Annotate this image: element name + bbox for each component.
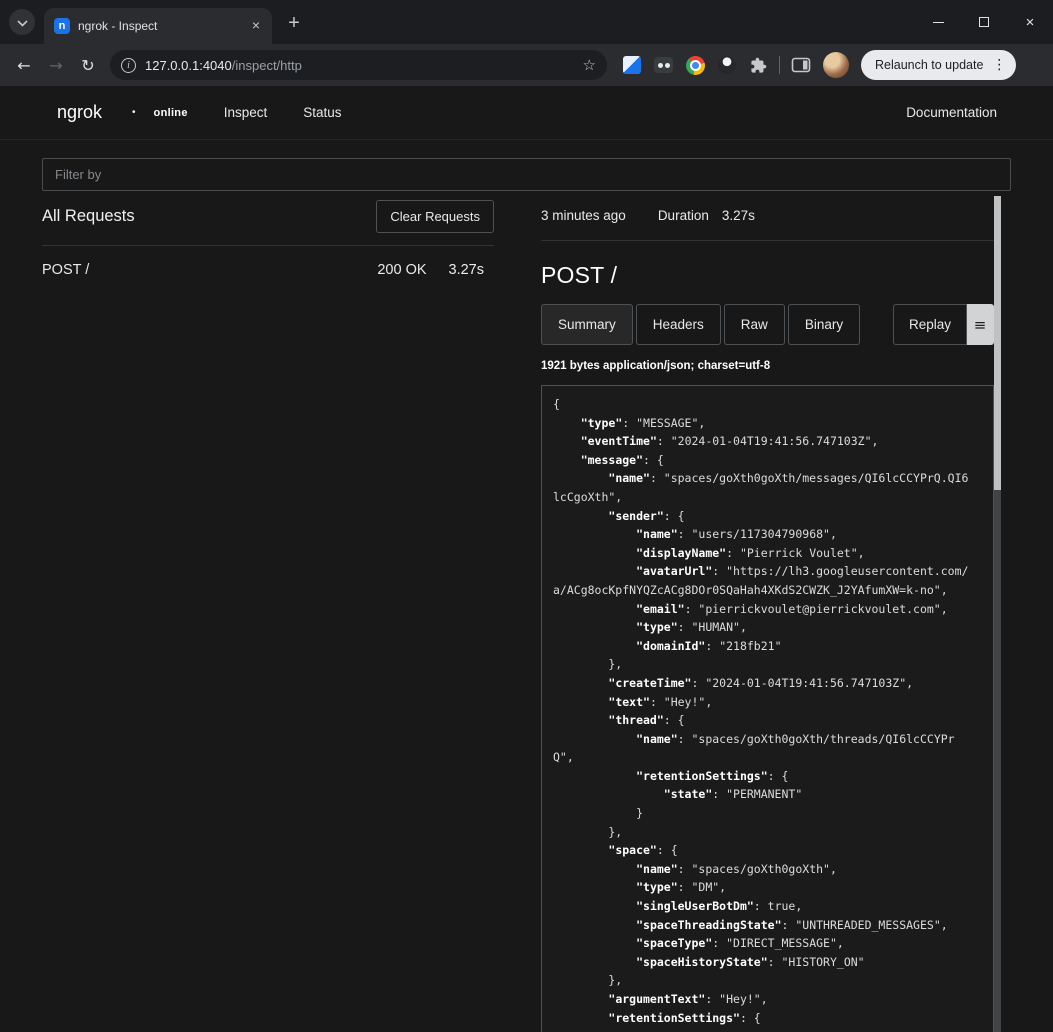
url-host: 127.0.0.1:4040	[145, 58, 232, 73]
extensions-area	[623, 56, 768, 75]
tab-binary[interactable]: Binary	[788, 304, 860, 345]
clear-requests-button[interactable]: Clear Requests	[376, 200, 494, 233]
url-text: 127.0.0.1:4040/inspect/http	[145, 58, 574, 73]
tab-title: ngrok - Inspect	[78, 19, 240, 33]
filter-bar	[0, 140, 1053, 191]
replay-button[interactable]: Replay	[893, 304, 967, 345]
site-header: ngrok • online Inspect Status Documentat…	[0, 86, 1053, 140]
relaunch-button[interactable]: Relaunch to update ⋮	[861, 50, 1016, 80]
tunnel-status-label: online	[154, 107, 188, 119]
request-body-box: { "type": "MESSAGE", "eventTime": "2024-…	[541, 385, 994, 1032]
address-bar[interactable]: i 127.0.0.1:4040/inspect/http ☆	[110, 50, 607, 80]
minimize-icon	[933, 22, 944, 23]
forward-button[interactable]: →	[40, 49, 72, 81]
extensions-puzzle-icon[interactable]	[749, 56, 768, 75]
chevron-down-icon	[17, 15, 28, 30]
ngrok-logo[interactable]: ngrok	[57, 102, 102, 123]
request-row[interactable]: POST / 200 OK 3.27s	[42, 246, 494, 292]
bookmark-star-icon[interactable]: ☆	[583, 56, 596, 74]
window-maximize-button[interactable]	[961, 0, 1007, 44]
detail-meta-row: 3 minutes ago Duration 3.27s	[541, 196, 994, 241]
window-close-button[interactable]: ×	[1007, 0, 1053, 44]
extension-icon-1[interactable]	[623, 56, 641, 74]
url-path: /inspect/http	[232, 58, 302, 73]
ngrok-app: ngrok • online Inspect Status Documentat…	[0, 86, 1053, 1032]
request-status: 200 OK	[377, 262, 426, 278]
replay-menu-button[interactable]: ≡	[967, 304, 994, 345]
reload-button[interactable]: ↻	[72, 49, 104, 81]
nav-documentation[interactable]: Documentation	[906, 105, 997, 120]
maximize-icon	[979, 17, 989, 27]
request-body-json: { "type": "MESSAGE", "eventTime": "2024-…	[553, 395, 982, 1027]
detail-scrollbar[interactable]	[994, 196, 1001, 1032]
request-method-path: POST /	[42, 262, 89, 278]
nav-inspect[interactable]: Inspect	[224, 105, 268, 120]
duration-label: Duration	[658, 208, 709, 223]
status-dot: •	[132, 107, 136, 118]
main-content: All Requests Clear Requests POST / 200 O…	[0, 191, 1053, 1032]
back-button[interactable]: ←	[8, 49, 40, 81]
browser-chrome: n ngrok - Inspect × + × ← → ↻ i 127.0.0.…	[0, 0, 1053, 86]
requests-title: All Requests	[42, 207, 135, 226]
relaunch-label: Relaunch to update	[875, 58, 983, 72]
sphere-extension-icon[interactable]	[718, 56, 736, 74]
tab-search-button[interactable]	[9, 9, 35, 35]
window-controls: ×	[915, 0, 1053, 44]
replay-split-button: Replay ≡	[893, 304, 994, 345]
side-panel-icon[interactable]	[791, 56, 811, 74]
toolbar-divider	[779, 56, 780, 74]
tab-close-icon[interactable]: ×	[248, 18, 264, 34]
site-info-icon[interactable]: i	[121, 58, 136, 73]
tab-strip: n ngrok - Inspect × + ×	[0, 0, 1053, 44]
chrome-logo-icon[interactable]	[686, 56, 705, 75]
request-duration: 3.27s	[449, 262, 484, 278]
requests-panel: All Requests Clear Requests POST / 200 O…	[42, 196, 494, 1032]
request-time-ago: 3 minutes ago	[541, 208, 626, 223]
request-detail-title: POST /	[541, 262, 994, 289]
browser-toolbar: ← → ↻ i 127.0.0.1:4040/inspect/http ☆ Re…	[0, 44, 1053, 86]
kebab-menu-icon[interactable]: ⋮	[992, 57, 1006, 73]
new-tab-button[interactable]: +	[280, 9, 308, 37]
requests-panel-header: All Requests Clear Requests	[42, 196, 494, 246]
filter-input[interactable]	[42, 158, 1011, 191]
content-meta: 1921 bytes application/json; charset=utf…	[541, 360, 994, 372]
goggles-extension-icon[interactable]	[654, 57, 673, 73]
scrollbar-thumb[interactable]	[994, 196, 1001, 490]
request-detail-panel: 3 minutes ago Duration 3.27s POST / Summ…	[541, 196, 994, 1032]
nav-status[interactable]: Status	[303, 105, 341, 120]
tab-raw[interactable]: Raw	[724, 304, 785, 345]
tab-headers[interactable]: Headers	[636, 304, 721, 345]
detail-tabs: Summary Headers Raw Binary Replay ≡	[541, 304, 994, 345]
duration-value: 3.27s	[722, 208, 755, 223]
tab-summary[interactable]: Summary	[541, 304, 633, 345]
profile-avatar[interactable]	[823, 52, 849, 78]
browser-tab[interactable]: n ngrok - Inspect ×	[44, 8, 272, 44]
window-minimize-button[interactable]	[915, 0, 961, 44]
ngrok-favicon: n	[54, 18, 70, 34]
